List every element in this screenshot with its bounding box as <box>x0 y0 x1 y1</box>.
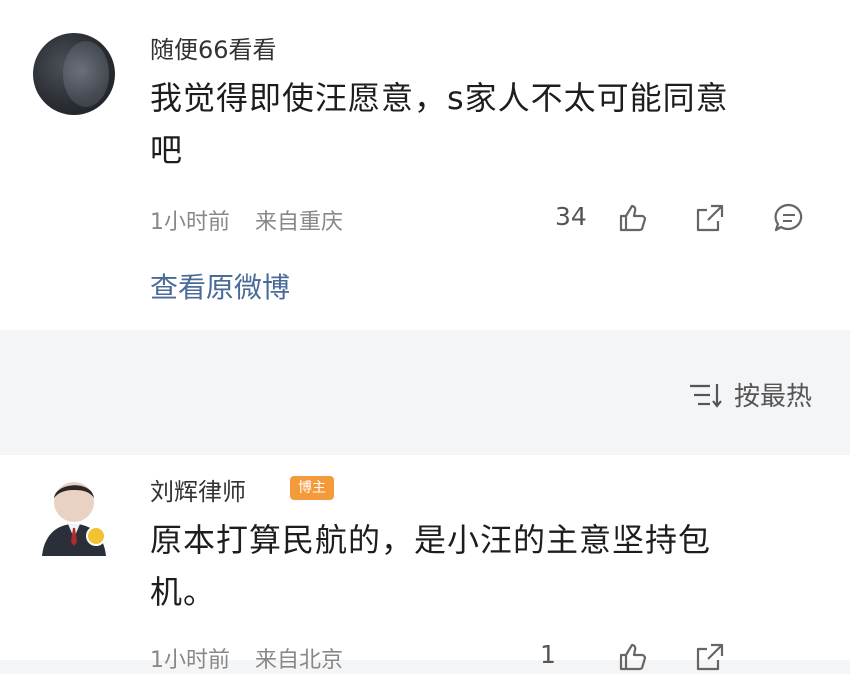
sort-toggle[interactable]: 按最热 <box>688 376 812 413</box>
comment-text-line: 我觉得即使汪愿意，s家人不太可能同意 <box>150 79 729 117</box>
like-icon[interactable] <box>615 201 649 235</box>
timestamp: 1小时前 <box>150 210 230 235</box>
like-count: 1 <box>540 640 556 669</box>
comment-text-line: 机。 <box>150 573 217 611</box>
comment-card: 随便66看看 我觉得即使汪愿意，s家人不太可能同意 吧 1小时前 来自重庆 34… <box>0 0 850 330</box>
view-original-link[interactable]: 查看原微博 <box>150 266 290 306</box>
share-icon[interactable] <box>693 201 727 235</box>
comment-text-line: 原本打算民航的，是小汪的主意坚持包 <box>150 521 712 559</box>
location: 来自重庆 <box>255 210 344 235</box>
avatar[interactable] <box>40 476 108 556</box>
comment-text-line: 吧 <box>150 131 184 169</box>
like-icon[interactable] <box>615 640 649 674</box>
username[interactable]: 刘辉律师 <box>150 472 246 507</box>
like-count: 34 <box>555 202 587 231</box>
sort-label: 按最热 <box>733 382 812 412</box>
comment-meta: 1小时前 来自北京 <box>150 642 361 674</box>
share-icon[interactable] <box>693 640 727 674</box>
avatar[interactable] <box>33 33 115 115</box>
comment-meta: 1小时前 来自重庆 <box>150 204 361 236</box>
location: 来自北京 <box>255 648 344 673</box>
comment-icon[interactable] <box>772 201 806 235</box>
timestamp: 1小时前 <box>150 648 230 673</box>
author-badge: 博主 <box>290 476 334 500</box>
username[interactable]: 随便66看看 <box>150 30 277 65</box>
sort-icon <box>689 383 722 408</box>
